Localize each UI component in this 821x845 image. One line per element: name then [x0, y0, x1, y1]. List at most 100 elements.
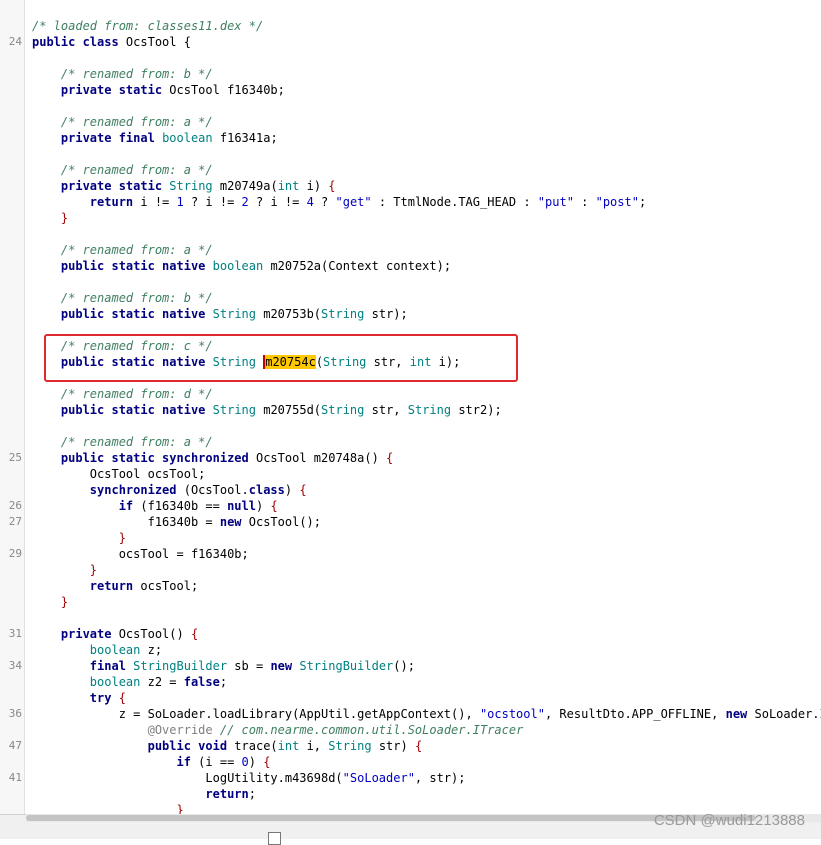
- code-line[interactable]: private final boolean f16341a;: [32, 130, 278, 146]
- code-line[interactable]: private static OcsTool f16340b;: [32, 82, 285, 98]
- code-line[interactable]: return ocsTool;: [32, 578, 198, 594]
- line-number: 27: [8, 515, 22, 528]
- code-token: 4: [306, 195, 314, 209]
- code-token: {: [299, 483, 307, 497]
- code-line[interactable]: final StringBuilder sb = new StringBuild…: [32, 658, 415, 674]
- code-line[interactable]: }: [32, 530, 126, 546]
- code-line[interactable]: boolean z2 = false;: [32, 674, 227, 690]
- code-line[interactable]: public static native String m20754c(Stri…: [32, 354, 460, 370]
- code-line[interactable]: /* renamed from: b */: [32, 66, 213, 82]
- code-line[interactable]: if (f16340b == null) {: [32, 498, 278, 514]
- code-line[interactable]: public static native String m20755d(Stri…: [32, 402, 502, 418]
- code-line[interactable]: /* renamed from: a */: [32, 114, 213, 130]
- code-line[interactable]: z = SoLoader.loadLibrary(AppUtil.getAppC…: [32, 706, 821, 722]
- code-token: final: [89, 659, 126, 673]
- code-line[interactable]: public static native String m20753b(Stri…: [32, 306, 408, 322]
- code-token: }: [60, 211, 69, 225]
- code-token: /* renamed from: a */: [60, 163, 213, 177]
- code-token: {: [414, 739, 423, 753]
- code-line[interactable]: OcsTool ocsTool;: [32, 466, 206, 482]
- code-token: boolean: [162, 131, 213, 145]
- code-line[interactable]: LogUtility.m43698d("SoLoader", str);: [32, 770, 465, 786]
- line-number-gutter: [0, 0, 24, 814]
- code-token: }: [89, 563, 98, 577]
- line-number: 24: [8, 35, 22, 48]
- code-line[interactable]: /* loaded from: classes11.dex */: [32, 18, 263, 34]
- code-token: new: [270, 659, 293, 673]
- code-token: "put": [537, 195, 574, 209]
- code-line[interactable]: }: [32, 210, 68, 226]
- code-line[interactable]: return i != 1 ? i != 2 ? i != 4 ? "get" …: [32, 194, 646, 210]
- code-line[interactable]: }: [32, 802, 184, 814]
- code-token: /* loaded from: classes11.dex */: [32, 19, 264, 33]
- code-line[interactable]: private static String m20749a(int i) {: [32, 178, 336, 194]
- code-token: int: [277, 179, 300, 193]
- code-token: 2: [241, 195, 249, 209]
- watermark-text: CSDN @wudi1213888: [653, 812, 805, 829]
- code-line[interactable]: /* renamed from: a */: [32, 162, 213, 178]
- code-line[interactable]: /* renamed from: a */: [32, 434, 213, 450]
- selected-method-name: m20754c: [263, 355, 316, 369]
- code-line[interactable]: /* renamed from: d */: [32, 386, 213, 402]
- line-number: 36: [8, 707, 22, 720]
- code-line[interactable]: synchronized (OcsTool.class) {: [32, 482, 307, 498]
- code-line[interactable]: /* renamed from: c */: [32, 338, 213, 354]
- code-token: /* renamed from: d */: [60, 387, 213, 401]
- code-line[interactable]: return;: [32, 786, 256, 802]
- code-token: return: [89, 579, 134, 593]
- code-token: private static: [60, 179, 163, 193]
- code-token: @Override: [147, 723, 213, 737]
- code-token: public static native: [60, 403, 206, 417]
- code-line[interactable]: public static native boolean m20752a(Con…: [32, 258, 451, 274]
- code-token: synchronized: [89, 483, 177, 497]
- code-line[interactable]: boolean z;: [32, 642, 162, 658]
- code-line[interactable]: }: [32, 594, 68, 610]
- code-token: "SoLoader": [342, 771, 415, 785]
- code-token: public static native: [60, 355, 206, 369]
- code-line[interactable]: @Override // com.nearme.common.util.SoLo…: [32, 722, 524, 738]
- code-token: {: [386, 451, 394, 465]
- code-token: String: [321, 307, 365, 321]
- line-number: 29: [8, 547, 22, 560]
- line-number: 34: [8, 659, 22, 672]
- code-line[interactable]: /* renamed from: b */: [32, 290, 213, 306]
- code-token: StringBuilder: [133, 659, 228, 673]
- code-token: /* renamed from: a */: [60, 435, 213, 449]
- code-line[interactable]: if (i == 0) {: [32, 754, 271, 770]
- code-line[interactable]: public class OcsTool {: [32, 34, 191, 50]
- code-token: public static native: [60, 259, 206, 273]
- code-editor[interactable]: /* loaded from: classes11.dex */24 public…: [0, 0, 821, 814]
- code-token: 0: [241, 755, 249, 769]
- line-number: 31: [8, 627, 22, 640]
- line-number: 26: [8, 499, 22, 512]
- code-token: {: [270, 499, 278, 513]
- code-line[interactable]: public static synchronized OcsTool m2074…: [32, 450, 393, 466]
- code-token: {: [263, 755, 271, 769]
- code-token: new: [725, 707, 748, 721]
- code-token: if: [118, 499, 134, 513]
- code-line[interactable]: try {: [32, 690, 126, 706]
- code-token: "get": [335, 195, 372, 209]
- code-token: if: [176, 755, 191, 769]
- code-token: }: [176, 803, 184, 814]
- code-line[interactable]: private OcsTool() {: [32, 626, 198, 642]
- status-checkbox[interactable]: [268, 832, 281, 845]
- code-token: boolean: [212, 259, 264, 273]
- code-token: /* renamed from: b */: [60, 291, 213, 305]
- code-line[interactable]: public void trace(int i, String str) {: [32, 738, 423, 754]
- code-token: "post": [595, 195, 639, 209]
- scrollbar-thumb[interactable]: [26, 815, 756, 821]
- code-line[interactable]: ocsTool = f16340b;: [32, 546, 249, 562]
- code-line[interactable]: }: [32, 562, 97, 578]
- code-token: String: [212, 355, 256, 369]
- code-token: }: [118, 531, 126, 545]
- code-token: int: [409, 355, 432, 369]
- code-token: {: [328, 179, 336, 193]
- code-token: return: [89, 195, 134, 209]
- code-line[interactable]: f16340b = new OcsTool();: [32, 514, 321, 530]
- code-line[interactable]: /* renamed from: a */: [32, 242, 213, 258]
- code-token: String: [407, 403, 452, 417]
- code-token: 1: [176, 195, 184, 209]
- code-token: StringBuilder: [299, 659, 394, 673]
- line-number: 41: [8, 771, 22, 784]
